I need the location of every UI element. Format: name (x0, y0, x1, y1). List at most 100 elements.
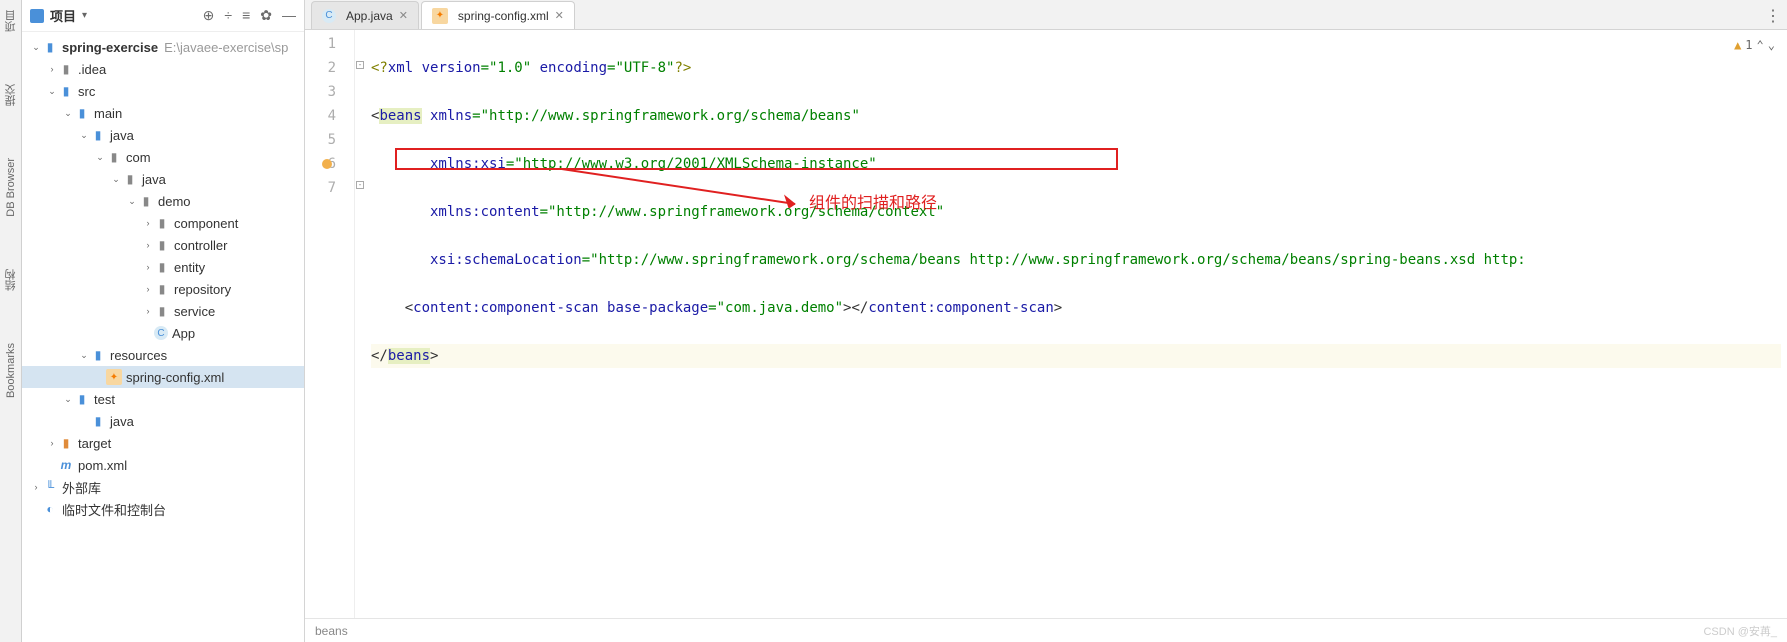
chevron-icon[interactable]: ⌄ (78, 130, 90, 141)
chevron-icon[interactable]: › (142, 240, 154, 250)
warning-icon: ▲ (1734, 33, 1741, 57)
chevron-icon[interactable]: ⌄ (62, 108, 74, 119)
tree-item-main[interactable]: ⌄▮main (22, 102, 304, 124)
tree-label: spring-exercise (62, 40, 158, 55)
tree-label: entity (174, 260, 205, 275)
rail-item-structure[interactable]: 结构 (1, 263, 21, 297)
hide-icon[interactable]: — (282, 7, 296, 24)
close-icon[interactable]: ✕ (399, 9, 408, 22)
inspection-badge[interactable]: ▲ 1 ⌃ ⌄ (1734, 33, 1775, 57)
tree-item-java[interactable]: ⌄▮java (22, 168, 304, 190)
tree-item-demo[interactable]: ⌄▮demo (22, 190, 304, 212)
tree-item-java[interactable]: ▮java (22, 410, 304, 432)
tree-item-spring-config-xml[interactable]: ✦spring-config.xml (22, 366, 304, 388)
tree-path: E:\javaee-exercise\sp (164, 40, 288, 55)
tree-item-com[interactable]: ⌄▮com (22, 146, 304, 168)
expand-icon[interactable]: ÷ (224, 7, 232, 24)
tree-label: App (172, 326, 195, 341)
tree-label: main (94, 106, 122, 121)
chevron-icon[interactable]: ⌄ (46, 86, 58, 97)
tree-label: test (94, 392, 115, 407)
chevron-icon[interactable]: › (30, 482, 42, 492)
tree-item--[interactable]: ›╙外部库 (22, 476, 304, 498)
editor-main: C App.java ✕ ✦ spring-config.xml ✕ ⋮ 123… (305, 0, 1787, 642)
rail-item-project[interactable]: 项目 (1, 4, 21, 38)
tree-item--idea[interactable]: ›▮.idea (22, 58, 304, 80)
project-sidebar: 项目 ▾ ⊕ ÷ ≡ ✿ — ⌄▮spring-exerciseE:\javae… (22, 0, 305, 642)
left-tool-rail: 项目 提交 DB Browser 结构 Bookmarks (0, 0, 22, 642)
tree-label: java (142, 172, 166, 187)
tree-item-component[interactable]: ›▮component (22, 212, 304, 234)
tree-label: resources (110, 348, 167, 363)
editor-tabs: C App.java ✕ ✦ spring-config.xml ✕ ⋮ (305, 0, 1787, 30)
tree-item-src[interactable]: ⌄▮src (22, 80, 304, 102)
breadcrumb[interactable]: beans (315, 624, 348, 638)
project-tree[interactable]: ⌄▮spring-exerciseE:\javaee-exercise\sp›▮… (22, 32, 304, 642)
annotation-arrow (545, 168, 805, 208)
chevron-icon[interactable]: ⌄ (30, 42, 42, 53)
tree-label: 外部库 (62, 478, 101, 497)
close-icon[interactable]: ✕ (555, 9, 564, 22)
xml-icon: ✦ (432, 8, 448, 24)
tree-item-app[interactable]: CApp (22, 322, 304, 344)
tree-item-java[interactable]: ⌄▮java (22, 124, 304, 146)
tab-label: spring-config.xml (458, 9, 549, 23)
rail-item-commit[interactable]: 提交 (1, 78, 21, 112)
sidebar-header: 项目 ▾ ⊕ ÷ ≡ ✿ — (22, 0, 304, 32)
rail-item-db[interactable]: DB Browser (3, 152, 19, 223)
target-icon[interactable]: ⊕ (203, 7, 215, 24)
rail-item-bookmarks[interactable]: Bookmarks (3, 337, 19, 404)
tab-spring-config[interactable]: ✦ spring-config.xml ✕ (421, 1, 575, 29)
tree-label: pom.xml (78, 458, 127, 473)
tree-item-spring-exercise[interactable]: ⌄▮spring-exerciseE:\javaee-exercise\sp (22, 36, 304, 58)
chevron-icon[interactable]: ⌄ (78, 350, 90, 361)
tree-label: controller (174, 238, 227, 253)
chevron-icon[interactable]: ⌄ (62, 394, 74, 405)
tree-label: .idea (78, 62, 106, 77)
chevron-up-icon[interactable]: ⌃ (1757, 33, 1764, 57)
tree-label: 临时文件和控制台 (62, 500, 166, 519)
breadcrumb-bar: beans CSDN @安苒_ (305, 618, 1787, 642)
tree-item-repository[interactable]: ›▮repository (22, 278, 304, 300)
tab-label: App.java (346, 9, 393, 23)
chevron-icon[interactable]: › (142, 306, 154, 316)
tree-item--[interactable]: ◐临时文件和控制台 (22, 498, 304, 520)
code-editor[interactable]: 123 45 6 7 - - <?xml version="1.0" encod… (305, 30, 1787, 618)
chevron-down-icon[interactable]: ▾ (82, 10, 87, 21)
chevron-icon[interactable]: ⌄ (94, 152, 106, 163)
fold-icon[interactable]: - (356, 61, 364, 69)
line-gutter: 123 45 6 7 (305, 30, 355, 618)
fold-icon[interactable]: - (356, 181, 364, 189)
tree-item-pom-xml[interactable]: mpom.xml (22, 454, 304, 476)
chevron-icon[interactable]: › (46, 438, 58, 448)
tree-label: java (110, 414, 134, 429)
tree-label: spring-config.xml (126, 370, 224, 385)
tree-item-target[interactable]: ›▮target (22, 432, 304, 454)
class-icon: C (322, 9, 336, 23)
chevron-icon[interactable]: › (46, 64, 58, 74)
code-content[interactable]: <?xml version="1.0" encoding="UTF-8"?> <… (365, 30, 1787, 618)
tree-label: service (174, 304, 215, 319)
tab-app-java[interactable]: C App.java ✕ (311, 1, 419, 29)
sidebar-title: 项目 (50, 6, 76, 25)
tree-label: repository (174, 282, 231, 297)
chevron-icon[interactable]: › (142, 262, 154, 272)
tree-item-controller[interactable]: ›▮controller (22, 234, 304, 256)
warning-bulb-icon[interactable] (322, 159, 332, 169)
tree-item-test[interactable]: ⌄▮test (22, 388, 304, 410)
chevron-down-icon[interactable]: ⌄ (1768, 33, 1775, 57)
chevron-icon[interactable]: › (142, 218, 154, 228)
fold-gutter: - - (355, 30, 365, 618)
tree-item-entity[interactable]: ›▮entity (22, 256, 304, 278)
settings-icon[interactable]: ✿ (260, 7, 272, 24)
sidebar-toolbar: ⊕ ÷ ≡ ✿ — (203, 7, 296, 24)
tree-item-service[interactable]: ›▮service (22, 300, 304, 322)
more-icon[interactable]: ⋮ (1765, 6, 1781, 26)
chevron-icon[interactable]: ⌄ (110, 174, 122, 185)
chevron-icon[interactable]: › (142, 284, 154, 294)
tree-item-resources[interactable]: ⌄▮resources (22, 344, 304, 366)
chevron-icon[interactable]: ⌄ (126, 196, 138, 207)
collapse-icon[interactable]: ≡ (242, 7, 250, 24)
tree-label: demo (158, 194, 191, 209)
warn-count: 1 (1745, 33, 1752, 57)
